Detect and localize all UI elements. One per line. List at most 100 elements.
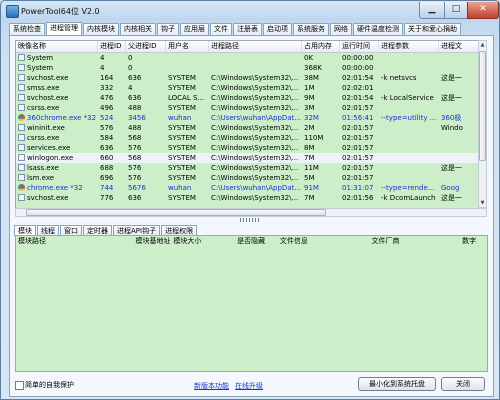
scroll-up-icon[interactable]: ▲: [479, 41, 486, 49]
new-version-link[interactable]: 新版本功能: [194, 381, 229, 391]
cell-pid: 744: [98, 183, 126, 193]
table-row[interactable]: csrss.exe 584 568 SYSTEM C:\Windows\System32…: [16, 133, 479, 143]
minimize-button[interactable]: ▁: [419, 2, 445, 19]
column-header[interactable]: 占用内存: [302, 41, 340, 52]
minimize-to-tray-button[interactable]: 最小化到系统托盘: [358, 377, 436, 391]
cell-text: svchost.exe: [27, 94, 69, 102]
cell-ppid: 576: [126, 143, 166, 153]
cell-args: [379, 153, 439, 163]
column-header[interactable]: 进程ID: [98, 41, 126, 52]
cell-text: System: [27, 64, 54, 72]
cell-text: 360极: [441, 114, 462, 122]
tab-6[interactable]: 文件: [210, 23, 232, 35]
column-header[interactable]: 模块基地址: [134, 236, 172, 247]
table-row[interactable]: lsm.exe 696 576 SYSTEM C:\Windows\System32\.…: [16, 173, 479, 183]
close-button[interactable]: 关闭: [441, 377, 485, 391]
cell-text: C:\Windows\System32\...: [211, 134, 299, 142]
tab-4[interactable]: 钩子: [157, 23, 179, 35]
cell-mem: 110M: [302, 133, 340, 143]
cell-name: wininit.exe: [16, 123, 98, 133]
app-icon: [6, 5, 19, 18]
cell-text: 00:00:00: [342, 54, 374, 62]
table-row[interactable]: System 4 0 368K 00:00:00: [16, 63, 479, 73]
tab-1[interactable]: 进程管理: [46, 22, 82, 35]
column-header[interactable]: 文件厂商: [370, 236, 461, 247]
table-row[interactable]: System 4 0 0K 00:00:00: [16, 53, 479, 63]
tab-5[interactable]: 应用层: [180, 23, 209, 35]
table-row[interactable]: lsass.exe 688 576 SYSTEM C:\Windows\System32…: [16, 163, 479, 173]
cell-text: 488: [128, 104, 142, 112]
cell-ppid: 636: [126, 193, 166, 203]
tab-0[interactable]: 系统检查: [9, 23, 45, 35]
cell-text: winlogon.exe: [27, 154, 74, 162]
table-row[interactable]: chrome.exe *32 744 5676 wuhan C:\Users\wuhan…: [16, 183, 479, 193]
cell-text: 0: [128, 64, 133, 72]
table-row[interactable]: services.exe 636 576 SYSTEM C:\Windows\Syste…: [16, 143, 479, 153]
cell-time: 02:01:54: [340, 93, 379, 103]
online-upgrade-link[interactable]: 在线升级: [235, 381, 263, 391]
module-table[interactable]: 模块路径 模块基地址 模块大小 是否隐藏 文件信息 文件厂商 数字: [15, 235, 488, 372]
self-protect-checkbox[interactable]: [15, 381, 24, 390]
cell-args: [379, 83, 439, 93]
cell-user: SYSTEM: [166, 123, 209, 133]
process-table-hscroll[interactable]: [15, 208, 487, 217]
column-header[interactable]: 进程参数: [379, 41, 439, 52]
column-header[interactable]: 父进程ID: [126, 41, 166, 52]
table-row[interactable]: winlogon.exe 660 568 SYSTEM C:\Windows\Syste…: [16, 153, 479, 163]
process-table[interactable]: 映像名称 进程ID 父进程ID 用户名 进程路径 占用内存 运行时间 进程参数 进程文 Syst…: [15, 40, 480, 210]
column-header[interactable]: 模块大小: [171, 236, 235, 247]
column-header[interactable]: 用户名: [166, 41, 209, 52]
cell-text: 02:01:57: [342, 154, 374, 162]
cell-text: 02:01:54: [342, 94, 374, 102]
process-table-vscroll[interactable]: ▲ ▼: [478, 40, 487, 208]
table-row[interactable]: svchost.exe 476 636 LOCAL S... C:\Windows\Sy…: [16, 93, 479, 103]
table-row[interactable]: svchost.exe 164 636 SYSTEM C:\Windows\System…: [16, 73, 479, 83]
table-row[interactable]: svchost.exe 776 636 SYSTEM C:\Windows\System…: [16, 193, 479, 203]
hscroll-thumb[interactable]: [26, 209, 326, 216]
cell-text: 636: [128, 94, 142, 102]
cell-text: 744: [100, 184, 114, 192]
cell-text: System: [27, 54, 54, 62]
column-header[interactable]: 模块路径: [16, 236, 134, 247]
cell-text: 568: [128, 154, 142, 162]
cell-time: 00:00:00: [340, 53, 379, 63]
tab-12[interactable]: 关于和爱心捐助: [404, 23, 461, 35]
splitter-grip-icon[interactable]: [240, 218, 260, 222]
table-row[interactable]: 360chrome.exe *32 524 3456 wuhan C:\Users\wu…: [16, 113, 479, 123]
column-header[interactable]: 进程文: [439, 41, 479, 52]
cell-text: 02:01:57: [342, 144, 374, 152]
maximize-button[interactable]: □: [444, 2, 468, 19]
tab-3[interactable]: 内核相关: [120, 23, 156, 35]
column-header[interactable]: 数字: [460, 236, 487, 247]
table-row[interactable]: smss.exe 332 4 SYSTEM C:\Windows\System32\..…: [16, 83, 479, 93]
cell-pid: 576: [98, 123, 126, 133]
cell-text: svchost.exe: [27, 194, 69, 202]
cell-args: -k DcomLaunch: [379, 193, 439, 203]
cell-text: 02:01:57: [342, 124, 374, 132]
tab-2[interactable]: 内核模块: [83, 23, 119, 35]
cell-mem: 2M: [302, 123, 340, 133]
cell-user: SYSTEM: [166, 163, 209, 173]
tab-11[interactable]: 硬件温度检测: [353, 23, 403, 35]
cell-text: C:\Users\wuhan\AppDat...: [211, 184, 302, 192]
column-header[interactable]: 进程路径: [209, 41, 302, 52]
column-header[interactable]: 运行时间: [340, 41, 379, 52]
column-header[interactable]: 映像名称: [16, 41, 98, 52]
cell-args: [379, 103, 439, 113]
column-header[interactable]: 是否隐藏: [235, 236, 278, 247]
column-header[interactable]: 文件信息: [278, 236, 370, 247]
title-bar[interactable]: PowerTool64位 V2.0 ▁ □ ✕: [1, 1, 499, 21]
tab-10[interactable]: 网络: [330, 23, 352, 35]
cell-ppid: 3456: [126, 113, 166, 123]
cell-time: 02:02:01: [340, 83, 379, 93]
tab-8[interactable]: 启动项: [263, 23, 292, 35]
vscroll-thumb[interactable]: [479, 51, 486, 161]
cell-text: 00:00:00: [342, 64, 374, 72]
table-row[interactable]: csrss.exe 496 488 SYSTEM C:\Windows\System32…: [16, 103, 479, 113]
close-window-button[interactable]: ✕: [467, 2, 499, 19]
cell-args: --type=utility ...: [379, 113, 439, 123]
tab-9[interactable]: 系统服务: [293, 23, 329, 35]
scroll-down-icon[interactable]: ▼: [479, 199, 486, 207]
tab-7[interactable]: 注册表: [233, 23, 262, 35]
table-row[interactable]: wininit.exe 576 488 SYSTEM C:\Windows\System…: [16, 123, 479, 133]
